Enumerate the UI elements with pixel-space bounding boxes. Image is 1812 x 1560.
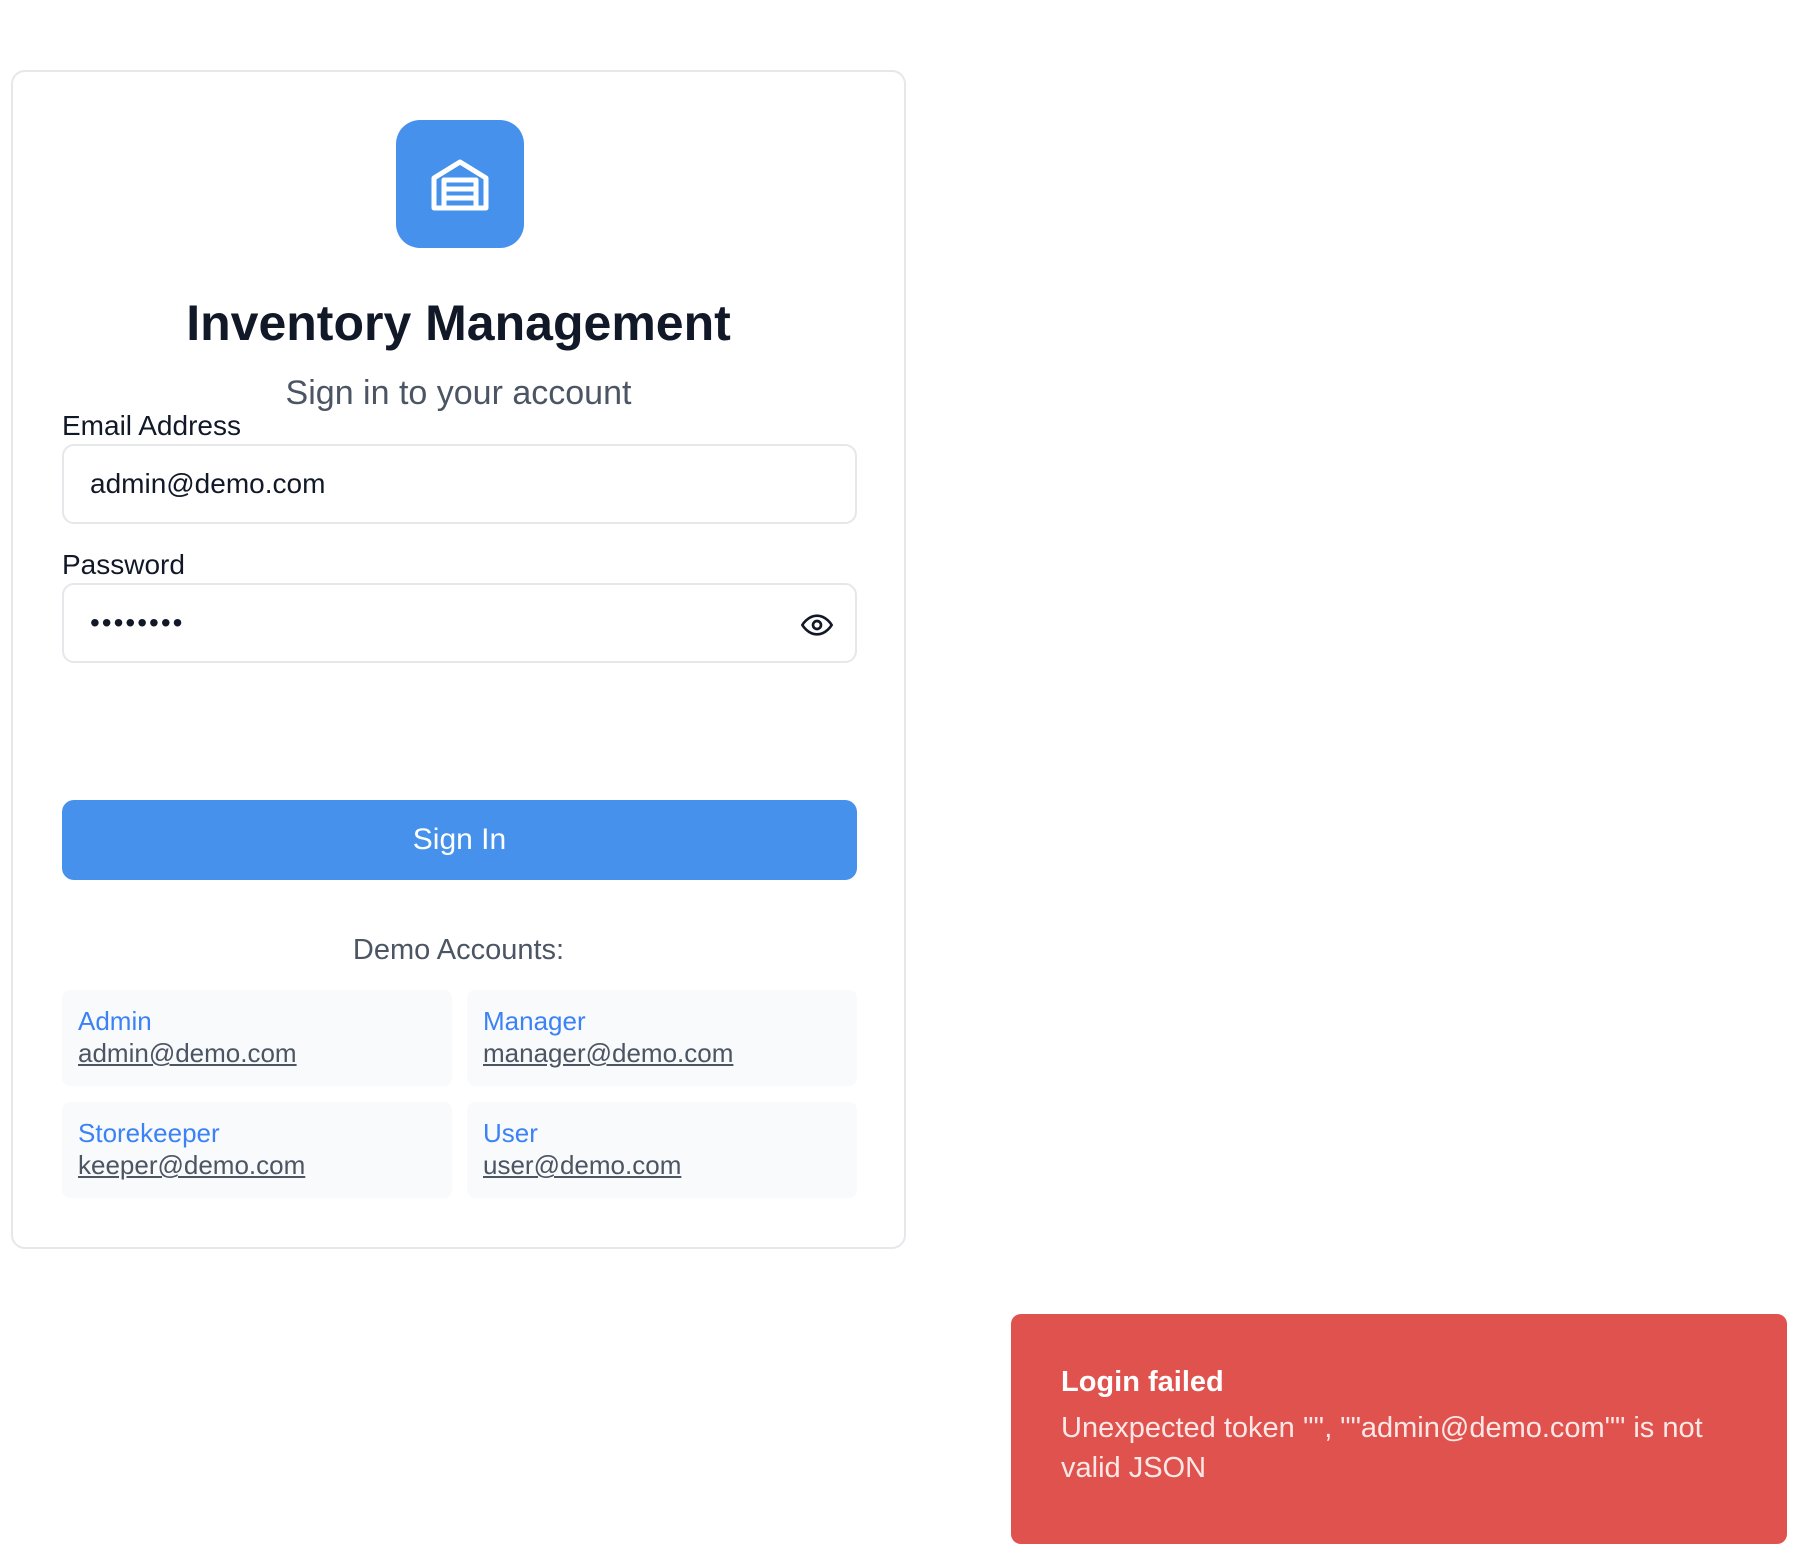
- demo-account-role: User: [483, 1118, 538, 1148]
- app-subtitle: Sign in to your account: [285, 374, 632, 412]
- sign-in-button[interactable]: Sign In: [62, 800, 857, 880]
- demo-account-email[interactable]: manager@demo.com: [483, 1038, 733, 1069]
- demo-accounts-heading: Demo Accounts:: [352, 934, 565, 966]
- demo-account-email[interactable]: user@demo.com: [483, 1150, 681, 1181]
- warehouse-icon: [431, 159, 489, 211]
- email-input[interactable]: [64, 446, 855, 522]
- login-card: Inventory Management Sign in to your acc…: [11, 70, 906, 1249]
- demo-account-email[interactable]: admin@demo.com: [78, 1038, 297, 1069]
- demo-account-role: Storekeeper: [78, 1118, 220, 1148]
- demo-account-role: Admin: [78, 1006, 152, 1036]
- email-field-wrapper: [62, 444, 857, 524]
- error-toast[interactable]: Login failed Unexpected token '"', ""adm…: [1011, 1314, 1787, 1544]
- demo-account-storekeeper[interactable]: Storekeeper keeper@demo.com: [62, 1102, 452, 1198]
- demo-account-manager[interactable]: Manager manager@demo.com: [467, 990, 857, 1086]
- password-field[interactable]: ••••••••: [62, 583, 857, 663]
- app-title: Inventory Management: [186, 295, 731, 351]
- password-value: ••••••••: [90, 607, 185, 638]
- toast-message: Unexpected token '"', ""admin@demo.com""…: [1061, 1412, 1703, 1484]
- email-label: Email Address: [62, 410, 241, 441]
- demo-account-user[interactable]: User user@demo.com: [467, 1102, 857, 1198]
- password-label: Password: [62, 549, 185, 580]
- demo-account-role: Manager: [483, 1006, 586, 1036]
- eye-icon[interactable]: [801, 609, 833, 641]
- app-logo: [396, 120, 524, 248]
- demo-account-admin[interactable]: Admin admin@demo.com: [62, 990, 452, 1086]
- demo-account-email[interactable]: keeper@demo.com: [78, 1150, 305, 1181]
- toast-title: Login failed: [1061, 1366, 1224, 1398]
